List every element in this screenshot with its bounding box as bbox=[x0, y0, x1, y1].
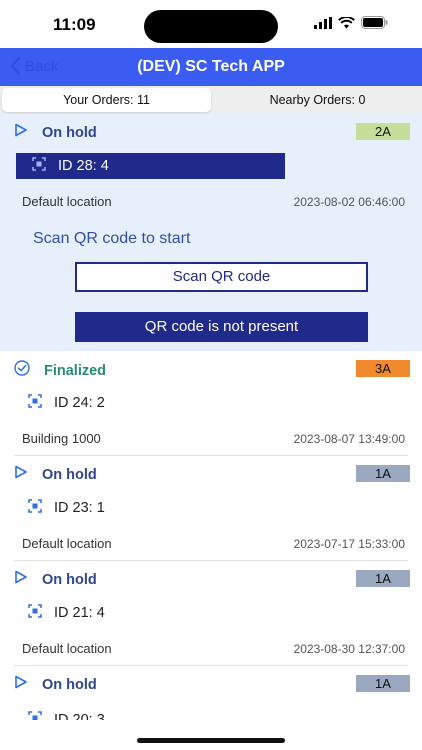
qr-scan-icon bbox=[28, 604, 42, 622]
wifi-icon bbox=[338, 16, 355, 34]
play-outline-icon bbox=[14, 465, 28, 484]
order-timestamp: 2023-08-30 12:37:00 bbox=[293, 642, 405, 656]
tab-nearby-orders[interactable]: Nearby Orders: 0 bbox=[213, 86, 422, 114]
order-card[interactable]: Finalized 3A ID 24: 2 Building 1000 2023… bbox=[0, 351, 422, 456]
order-status: On hold bbox=[14, 570, 97, 589]
order-id-row: ID 21: 4 bbox=[28, 604, 105, 622]
home-indicator bbox=[137, 738, 285, 743]
qr-scan-icon bbox=[28, 499, 42, 517]
order-timestamp: 2023-08-07 13:49:00 bbox=[293, 432, 405, 446]
priority-badge: 3A bbox=[356, 360, 410, 377]
order-location: Default location bbox=[22, 536, 112, 551]
qr-scan-icon bbox=[28, 711, 42, 720]
play-outline-icon bbox=[14, 123, 28, 142]
status-label: On hold bbox=[42, 571, 97, 588]
status-icons bbox=[314, 16, 388, 34]
order-status: On hold bbox=[14, 675, 97, 694]
order-status: Finalized bbox=[14, 360, 106, 381]
priority-badge: 1A bbox=[356, 675, 410, 692]
order-id: ID 23: 1 bbox=[54, 500, 105, 516]
orders-list[interactable]: On hold 2A ID 28: 4 Default location 202… bbox=[0, 114, 422, 720]
status-label: On hold bbox=[42, 124, 97, 141]
tab-your-orders[interactable]: Your Orders: 11 bbox=[2, 88, 211, 112]
order-id-row: ID 23: 1 bbox=[28, 499, 105, 517]
order-id: ID 24: 2 bbox=[54, 395, 105, 411]
priority-badge: 1A bbox=[356, 465, 410, 482]
status-label: On hold bbox=[42, 466, 97, 483]
check-circle-icon bbox=[14, 360, 30, 381]
order-id: ID 21: 4 bbox=[54, 605, 105, 621]
order-timestamp: 2023-07-17 15:33:00 bbox=[293, 537, 405, 551]
play-outline-icon bbox=[14, 570, 28, 589]
order-location: Default location bbox=[22, 194, 112, 209]
order-location: Building 1000 bbox=[22, 431, 101, 446]
priority-badge: 1A bbox=[356, 570, 410, 587]
order-id-row: ID 24: 2 bbox=[28, 394, 105, 412]
order-status: On hold bbox=[14, 465, 97, 484]
scan-hint: Scan QR code to start bbox=[33, 230, 191, 247]
order-card[interactable]: On hold 1A ID 23: 1 Default location 202… bbox=[0, 456, 422, 561]
order-card[interactable]: On hold 1A ID 20: 3 bbox=[0, 666, 422, 720]
play-outline-icon bbox=[14, 675, 28, 694]
navigation-bar: Back (DEV) SC Tech APP bbox=[0, 48, 422, 86]
status-time: 11:09 bbox=[53, 15, 96, 34]
status-label: Finalized bbox=[44, 362, 107, 379]
order-id: ID 20: 3 bbox=[54, 712, 105, 720]
segmented-tabs: Your Orders: 11 Nearby Orders: 0 bbox=[0, 86, 422, 114]
order-card[interactable]: On hold 1A ID 21: 4 Default location 202… bbox=[0, 561, 422, 666]
status-bar: 11:09 bbox=[0, 0, 422, 48]
status-label: On hold bbox=[42, 676, 97, 693]
qr-scan-icon bbox=[28, 394, 42, 412]
battery-icon bbox=[361, 16, 388, 34]
qr-scan-icon bbox=[32, 157, 46, 175]
priority-badge: 2A bbox=[356, 123, 410, 140]
scan-qr-button[interactable]: Scan QR code bbox=[75, 262, 368, 292]
signal-icon bbox=[314, 16, 332, 34]
page-title: (DEV) SC Tech APP bbox=[137, 58, 285, 75]
order-id-row-selected[interactable]: ID 28: 4 bbox=[16, 153, 285, 179]
order-status: On hold bbox=[14, 123, 97, 142]
order-card-expanded[interactable]: On hold 2A ID 28: 4 Default location 202… bbox=[0, 114, 422, 351]
qr-not-present-button[interactable]: QR code is not present bbox=[75, 312, 368, 342]
order-location: Default location bbox=[22, 641, 112, 656]
dynamic-island bbox=[144, 10, 278, 43]
order-id-row: ID 20: 3 bbox=[28, 711, 105, 720]
order-id: ID 28: 4 bbox=[58, 158, 109, 174]
order-timestamp: 2023-08-02 06:46:00 bbox=[293, 195, 405, 209]
